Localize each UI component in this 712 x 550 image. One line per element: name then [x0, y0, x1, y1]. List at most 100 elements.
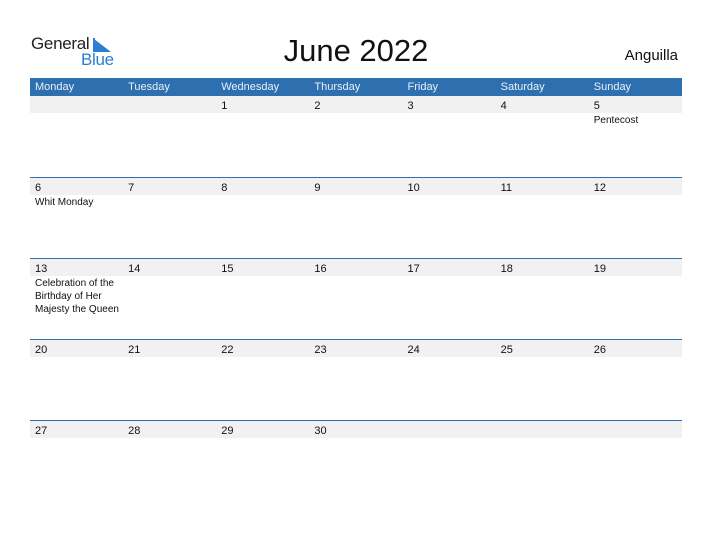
- day-number: 3: [407, 100, 414, 112]
- holiday-label: [589, 195, 682, 209]
- day-cell: 9: [309, 178, 402, 195]
- weekday-sunday: Sunday: [593, 81, 632, 93]
- day-cell: 27: [30, 421, 123, 438]
- events-row: [30, 438, 682, 439]
- week-row: 1 2 3 4 5 Pentecost: [30, 96, 682, 177]
- holiday-label: [123, 276, 216, 316]
- day-cell: 13: [30, 259, 123, 276]
- day-cell: 21: [123, 340, 216, 357]
- day-number: 7: [128, 182, 135, 194]
- holiday-label: [216, 195, 309, 209]
- day-number: 22: [221, 344, 234, 356]
- day-number: 14: [128, 263, 141, 275]
- calendar-grid: Monday Tuesday Wednesday Thursday Friday…: [30, 78, 682, 501]
- week-row: 13 14 15 16 17 18 19 Celebration of the Birthda…: [30, 258, 682, 339]
- events-row: [30, 357, 682, 358]
- holiday-label: [403, 438, 496, 439]
- holiday-label: [496, 276, 589, 316]
- day-cell: 4: [496, 96, 589, 113]
- holiday-label: [216, 438, 309, 439]
- day-cell: 20: [30, 340, 123, 357]
- day-number: 10: [407, 182, 420, 194]
- holiday-label: [403, 113, 496, 127]
- day-cell: 8: [216, 178, 309, 195]
- day-cell: 25: [496, 340, 589, 357]
- weekday-monday: Monday: [35, 81, 75, 93]
- weekday-header: Monday Tuesday Wednesday Thursday Friday…: [30, 78, 682, 96]
- date-strip: 20 21 22 23 24 25 26: [30, 340, 682, 357]
- day-cell: 14: [123, 259, 216, 276]
- day-cell: 28: [123, 421, 216, 438]
- holiday-label: [123, 438, 216, 439]
- day-cell: 3: [403, 96, 496, 113]
- day-cell: [496, 421, 589, 438]
- day-number: 2: [314, 100, 321, 112]
- day-cell: 15: [216, 259, 309, 276]
- day-number: 27: [35, 425, 48, 437]
- holiday-label: [496, 438, 589, 439]
- day-number: 17: [407, 263, 420, 275]
- day-number: 28: [128, 425, 141, 437]
- day-cell: 1: [216, 96, 309, 113]
- country-label: Anguilla: [624, 47, 678, 64]
- holiday-label: [123, 357, 216, 358]
- events-row: Whit Monday: [30, 195, 682, 209]
- holiday-label: [496, 357, 589, 358]
- day-number: 30: [314, 425, 327, 437]
- day-cell: 11: [496, 178, 589, 195]
- day-cell: 19: [589, 259, 682, 276]
- holiday-label: [30, 113, 123, 127]
- holiday-label: [30, 438, 123, 439]
- day-number: 25: [500, 344, 513, 356]
- day-number: 4: [500, 100, 507, 112]
- day-number: 20: [35, 344, 48, 356]
- weekday-saturday: Saturday: [500, 81, 545, 93]
- events-row: Pentecost: [30, 113, 682, 127]
- day-cell: 17: [403, 259, 496, 276]
- day-cell: 6: [30, 178, 123, 195]
- day-number: 21: [128, 344, 141, 356]
- day-cell: [589, 421, 682, 438]
- day-number: 16: [314, 263, 327, 275]
- holiday-label: [216, 276, 309, 316]
- day-cell: [30, 96, 123, 113]
- weeks-container: 1 2 3 4 5 Pentecost 6 7 8 9 10 11 12 Whit Monday 13 14 1…: [30, 96, 682, 501]
- holiday-label: [123, 195, 216, 209]
- holiday-label: [30, 357, 123, 358]
- holiday-label: [403, 357, 496, 358]
- day-cell: 22: [216, 340, 309, 357]
- holiday-label: [403, 276, 496, 316]
- day-cell: 12: [589, 178, 682, 195]
- holiday-label: [123, 113, 216, 127]
- day-cell: 10: [403, 178, 496, 195]
- holiday-label: [589, 438, 682, 439]
- holiday-label: [309, 276, 402, 316]
- weekday-thursday: Thursday: [314, 81, 361, 93]
- week-row: 6 7 8 9 10 11 12 Whit Monday: [30, 177, 682, 258]
- day-number: 19: [593, 263, 606, 275]
- day-number: 12: [593, 182, 606, 194]
- day-number: 24: [407, 344, 420, 356]
- week-row: 27 28 29 30: [30, 420, 682, 501]
- date-strip: 1 2 3 4 5: [30, 96, 682, 113]
- holiday-label: Pentecost: [593, 115, 639, 126]
- weekday-tuesday: Tuesday: [128, 81, 170, 93]
- day-number: 1: [221, 100, 228, 112]
- day-number: 29: [221, 425, 234, 437]
- day-cell: 16: [309, 259, 402, 276]
- day-cell: 23: [309, 340, 402, 357]
- date-strip: 6 7 8 9 10 11 12: [30, 178, 682, 195]
- holiday-label: [309, 113, 402, 127]
- day-number: 23: [314, 344, 327, 356]
- day-number: 8: [221, 182, 228, 194]
- day-number: 26: [593, 344, 606, 356]
- day-number: 5: [593, 100, 600, 112]
- month-title: June 2022: [283, 33, 429, 68]
- day-cell: 29: [216, 421, 309, 438]
- day-number: 18: [500, 263, 513, 275]
- holiday-label: [589, 357, 682, 358]
- holiday-label: Whit Monday: [35, 197, 94, 208]
- holiday-label: [309, 357, 402, 358]
- holiday-label: [309, 195, 402, 209]
- day-number: 11: [500, 182, 513, 194]
